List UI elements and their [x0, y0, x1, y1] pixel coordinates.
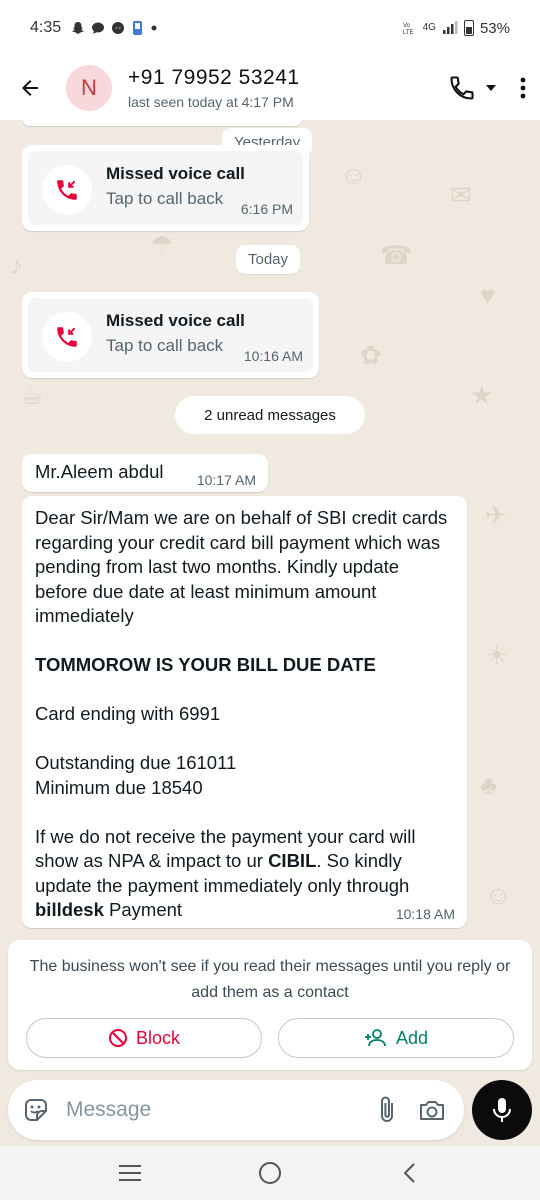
chat-area[interactable]: ☺ ✉ ☎ ♥ ♪ ☂ ✿ ★ ☕ ✈ ☀ ♣ ☺ Yesterday Miss… — [0, 120, 540, 1065]
battery-icon — [463, 20, 474, 36]
missed-call-card: Missed voice call Tap to call back 10:16… — [28, 298, 313, 372]
phone-icon — [450, 76, 474, 100]
block-label: Block — [135, 1027, 180, 1048]
battery-level: 53% — [479, 19, 510, 37]
home-icon — [259, 1162, 281, 1184]
unread-messages-divider: 2 unread messages — [175, 396, 365, 434]
wallpaper-doodle: ♪ — [10, 250, 23, 280]
missed-call-subtitle: Tap to call back — [106, 189, 224, 208]
block-icon — [108, 1029, 127, 1047]
chat-header: N +91 79952 53241 last seen today at 4:1… — [0, 56, 540, 120]
date-divider-today: Today — [236, 245, 301, 274]
message-span: Payment — [103, 899, 183, 920]
recent-apps-icon — [119, 1165, 141, 1181]
mic-icon — [493, 1098, 511, 1122]
sticker-icon — [25, 1099, 47, 1121]
missed-call-title: Missed voice call — [106, 164, 245, 183]
block-button[interactable]: Block — [26, 1018, 262, 1058]
attach-button[interactable] — [376, 1095, 398, 1125]
svg-text:Vo: Vo — [403, 23, 411, 29]
message-time: 10:17 AM — [196, 472, 256, 488]
wallpaper-doodle: ☀ — [485, 640, 509, 670]
contact-number: +91 79952 53241 — [128, 66, 300, 89]
previous-message-bubble — [22, 120, 302, 126]
unknown-contact-notice: The business won't see if you read their… — [8, 940, 532, 1070]
message-paragraph: Minimum due 18540 — [35, 776, 203, 798]
snapchat-icon — [72, 22, 85, 34]
system-nav-bar — [0, 1146, 540, 1200]
wallpaper-doodle: ★ — [470, 380, 494, 410]
notification-icons — [71, 20, 157, 36]
wallpaper-doodle: ☺ — [485, 880, 512, 910]
missed-call-subtitle: Tap to call back — [106, 336, 224, 355]
app-notification-icon — [133, 21, 143, 35]
camera-button[interactable] — [418, 1097, 446, 1123]
message-text: Dear Sir/Mam we are on behalf of SBI cre… — [35, 506, 455, 923]
network-type: 4G — [422, 22, 436, 33]
status-bar: 4:35 Vo LTE 4G 53% — [0, 0, 540, 56]
message-input[interactable]: Message — [66, 1098, 376, 1122]
add-label: Add — [395, 1027, 429, 1048]
header-actions — [448, 74, 526, 102]
signal-icon — [442, 21, 458, 34]
missed-call-title: Missed voice call — [106, 311, 245, 330]
message-paragraph: TOMMOROW IS YOUR BILL DUE DATE — [35, 653, 455, 678]
missed-call-icon — [42, 312, 92, 362]
attach-icon — [381, 1096, 393, 1122]
missed-call-message[interactable]: Missed voice call Tap to call back 10:16… — [22, 292, 319, 378]
message-composer: Message — [8, 1080, 464, 1140]
volte-icon: VoLTE — [403, 23, 414, 36]
more-vert-icon — [520, 77, 526, 99]
wallpaper-doodle: ✉ — [450, 180, 472, 210]
status-time: 4:35 — [30, 19, 62, 36]
message-bold-text: CIBIL — [268, 850, 317, 871]
sticker-button[interactable] — [22, 1096, 50, 1124]
call-options-dropdown[interactable] — [484, 81, 498, 95]
wallpaper-doodle: ♥ — [480, 280, 496, 310]
message-time: 10:18 AM — [395, 906, 455, 922]
wallpaper-doodle: ☺ — [340, 160, 367, 190]
message-time: 10:16 AM — [243, 348, 303, 364]
status-right: Vo LTE 4G 53% — [403, 20, 510, 37]
wallpaper-doodle: ✈ — [485, 500, 507, 530]
wallpaper-doodle: ☂ — [150, 230, 174, 260]
message-paragraph: Card ending with 6991 — [35, 703, 221, 724]
add-contact-icon — [364, 1029, 386, 1047]
message-paragraph: Dear Sir/Mam we are on behalf of SBI cre… — [35, 507, 448, 626]
dropdown-icon — [486, 85, 496, 91]
voice-message-button[interactable] — [472, 1080, 532, 1140]
message-paragraph: Outstanding due 161011 — [35, 752, 237, 773]
messenger-icon — [112, 22, 125, 34]
wallpaper-doodle: ☎ — [380, 240, 413, 270]
chat-bubble-icon — [92, 22, 105, 34]
contact-info[interactable]: +91 79952 53241 last seen today at 4:17 … — [128, 66, 300, 110]
back-button[interactable] — [0, 58, 60, 118]
system-back-button[interactable] — [380, 1161, 440, 1185]
message-bubble[interactable]: Mr.Aleem abdul 10:17 AM — [22, 454, 268, 492]
message-bold-text: billdesk — [35, 899, 104, 920]
svg-text:LTE: LTE — [403, 30, 414, 36]
wallpaper-doodle: ☕ — [20, 380, 44, 410]
more-options-button[interactable] — [520, 76, 526, 100]
missed-call-icon — [42, 165, 92, 215]
message-time: 6:16 PM — [240, 201, 293, 217]
voice-call-button[interactable] — [448, 74, 476, 102]
message-bubble[interactable]: Dear Sir/Mam we are on behalf of SBI cre… — [22, 496, 467, 928]
chevron-left-icon — [403, 1163, 415, 1183]
message-bold-text: TOMMOROW IS YOUR BILL DUE DATE — [35, 654, 376, 675]
back-arrow-icon — [22, 80, 38, 96]
missed-call-card: Missed voice call Tap to call back 6:16 … — [28, 151, 303, 225]
home-button[interactable] — [240, 1160, 300, 1186]
last-seen: last seen today at 4:17 PM — [128, 94, 294, 110]
add-contact-button[interactable]: Add — [278, 1018, 514, 1058]
missed-call-message[interactable]: Missed voice call Tap to call back 6:16 … — [22, 145, 309, 231]
camera-icon — [420, 1101, 444, 1120]
avatar[interactable]: N — [66, 65, 112, 111]
wallpaper-doodle: ♣ — [480, 770, 498, 800]
message-paragraph: If we do not receive the payment your ca… — [35, 825, 455, 923]
recent-apps-button[interactable] — [100, 1164, 160, 1182]
dot-icon — [151, 25, 157, 31]
wallpaper-doodle: ✿ — [360, 340, 382, 370]
notice-text: The business won't see if you read their… — [29, 958, 511, 1001]
